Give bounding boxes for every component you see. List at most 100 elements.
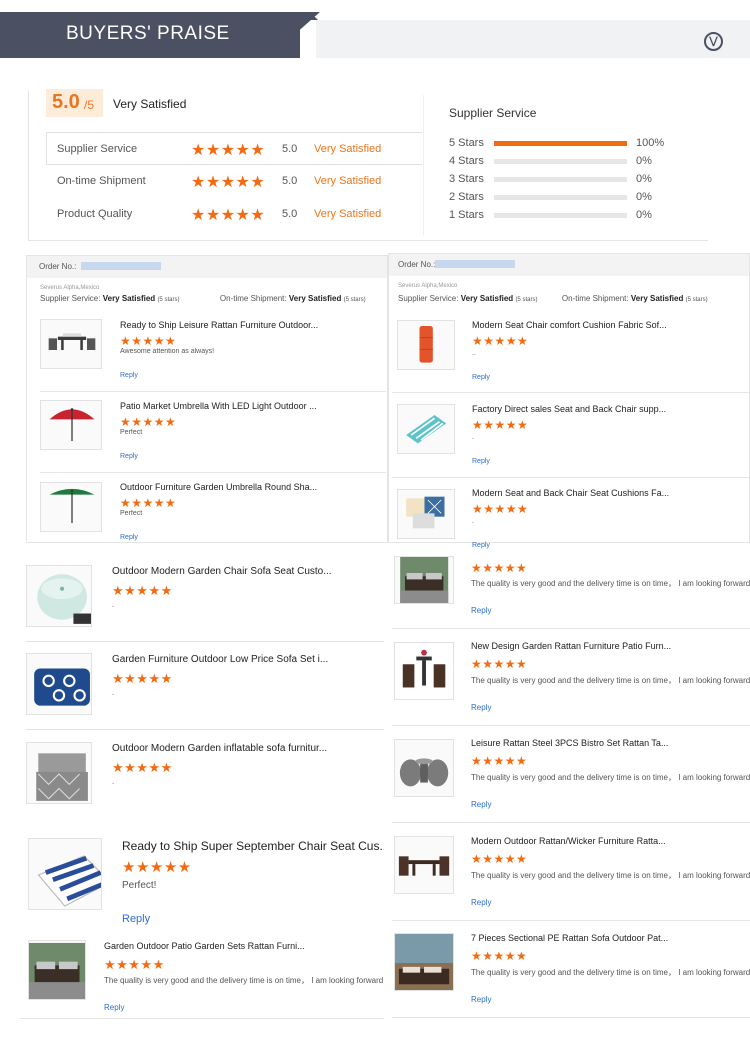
bistro-set-icon (399, 758, 449, 787)
review-comment: . (112, 688, 115, 697)
order-ratings: Supplier Service: Very Satisfied (5 star… (40, 294, 366, 303)
product-image[interactable] (394, 933, 454, 991)
distribution-percent: 0% (636, 155, 652, 167)
item-divider (26, 641, 384, 642)
product-image[interactable] (394, 739, 454, 797)
reply-link[interactable]: Reply (471, 995, 491, 1004)
star-distribution-row: 3 Stars 0% (449, 173, 679, 187)
distribution-title: Supplier Service (449, 106, 537, 120)
product-title[interactable]: Modern Outdoor Rattan/Wicker Furniture R… (471, 836, 750, 846)
item-divider (20, 1018, 384, 1019)
product-title[interactable]: Modern Seat Chair comfort Cushion Fabric… (472, 320, 742, 330)
review-stars: ★★★★★ (471, 561, 528, 575)
supplier-service-value: Very Satisfied (460, 294, 514, 303)
product-title[interactable]: Modern Seat and Back Chair Seat Cushions… (472, 488, 742, 498)
review-comment: Perfect (120, 429, 143, 436)
review-comment: Perfect (120, 510, 143, 517)
summary-border (28, 90, 29, 240)
green-umbrella-icon (49, 488, 95, 523)
review-comment: The quality is very good and the deliver… (471, 968, 750, 977)
product-image[interactable] (397, 320, 455, 370)
order-ratings: Supplier Service: Very Satisfied (5 star… (398, 294, 708, 303)
product-title[interactable]: Outdoor Modern Garden Chair Sofa Seat Cu… (112, 566, 382, 577)
product-title[interactable]: Outdoor Furniture Garden Umbrella Round … (120, 482, 385, 492)
reply-link[interactable]: Reply (120, 453, 138, 460)
overall-score-suffix: /5 (84, 98, 95, 112)
supplier-service-label: Supplier Service: (40, 294, 101, 303)
reply-link[interactable]: Reply (120, 534, 138, 541)
item-divider (392, 920, 750, 921)
review-stars: ★★★★★ (120, 415, 177, 429)
rating-value: 5.0 (282, 143, 298, 155)
distribution-percent: 0% (636, 209, 652, 221)
product-title[interactable]: Leisure Rattan Steel 3PCS Bistro Set Rat… (471, 738, 750, 748)
reply-link[interactable]: Reply (472, 542, 490, 549)
shipment-value: Very Satisfied (630, 294, 684, 303)
reply-link[interactable]: Reply (104, 1003, 124, 1012)
rating-satisfaction: Very Satisfied (314, 208, 382, 220)
review-comment: The quality is very good and the deliver… (471, 871, 750, 880)
item-divider (26, 729, 384, 730)
rating-stars: ★★★★★ (191, 142, 266, 159)
reply-link[interactable]: Reply (471, 800, 491, 809)
product-image[interactable] (40, 482, 102, 532)
reply-link[interactable]: Reply (471, 703, 491, 712)
star-distribution-row: 4 Stars 0% (449, 155, 679, 169)
product-title[interactable]: Ready to Ship Super September Chair Seat… (122, 839, 384, 853)
rating-satisfaction: Very Satisfied (314, 175, 382, 187)
reply-link[interactable]: Reply (471, 606, 491, 615)
item-divider (40, 391, 386, 392)
inflatable-sofa-icon (36, 753, 88, 801)
chevron-down-circle-icon[interactable]: ⋁ (704, 32, 723, 51)
product-title[interactable]: Garden Outdoor Patio Garden Sets Rattan … (104, 941, 384, 951)
product-image[interactable] (26, 653, 92, 715)
product-image[interactable] (40, 400, 102, 450)
distribution-fill (494, 141, 627, 146)
product-title[interactable]: Ready to Ship Leisure Rattan Furniture O… (120, 320, 385, 330)
section-title: BUYERS' PRAISE (66, 23, 230, 44)
reply-link[interactable]: Reply (122, 913, 150, 925)
product-image[interactable] (28, 940, 86, 1000)
product-image[interactable] (26, 742, 92, 804)
review-stars: ★★★★★ (472, 334, 529, 348)
item-divider (392, 477, 750, 478)
product-image[interactable] (397, 489, 455, 539)
summary-border (28, 240, 708, 241)
review-stars: ★★★★★ (122, 859, 192, 876)
product-title[interactable]: Factory Direct sales Seat and Back Chair… (472, 404, 742, 414)
product-title[interactable]: Patio Market Umbrella With LED Light Out… (120, 401, 385, 411)
supplier-service-label: Supplier Service: (398, 294, 459, 303)
product-image[interactable] (28, 838, 102, 910)
product-image[interactable] (394, 836, 454, 894)
product-image[interactable] (394, 556, 454, 604)
rating-row: Product Quality ★★★★★ 5.0 Very Satisfied (57, 205, 397, 225)
rattan-table-set-icon (48, 333, 96, 350)
product-title[interactable]: Garden Furniture Outdoor Low Price Sofa … (112, 654, 382, 665)
reply-link[interactable]: Reply (471, 898, 491, 907)
reply-link[interactable]: Reply (120, 372, 138, 379)
shipment-label: On-time Shipment: (561, 294, 629, 303)
distribution-label: 2 Stars (449, 191, 484, 203)
product-image[interactable] (26, 565, 92, 627)
product-image[interactable] (40, 319, 102, 369)
review-comment: . (472, 518, 474, 525)
product-title[interactable]: 7 Pieces Sectional PE Rattan Sofa Outdoo… (471, 933, 750, 943)
item-divider (392, 392, 750, 393)
product-image[interactable] (394, 642, 454, 700)
rating-value: 5.0 (282, 208, 298, 220)
product-title[interactable]: Outdoor Modern Garden inflatable sofa fu… (112, 743, 382, 754)
reply-link[interactable]: Reply (472, 374, 490, 381)
review-comment: Perfect! (122, 880, 157, 891)
reply-link[interactable]: Reply (472, 458, 490, 465)
header-strip (316, 20, 750, 58)
rattan-sofa-set-icon (29, 942, 85, 999)
review-stars: ★★★★★ (112, 760, 173, 775)
product-image[interactable] (397, 404, 455, 454)
distribution-track (494, 195, 627, 200)
order-number-redacted (81, 262, 161, 270)
blue-cushion-icon (34, 668, 90, 706)
throw-pillows-icon (406, 496, 445, 529)
product-title[interactable]: New Design Garden Rattan Furniture Patio… (471, 641, 750, 651)
review-comment: The quality is very good and the deliver… (104, 976, 384, 985)
review-comment: The quality is very good and the deliver… (471, 773, 750, 782)
